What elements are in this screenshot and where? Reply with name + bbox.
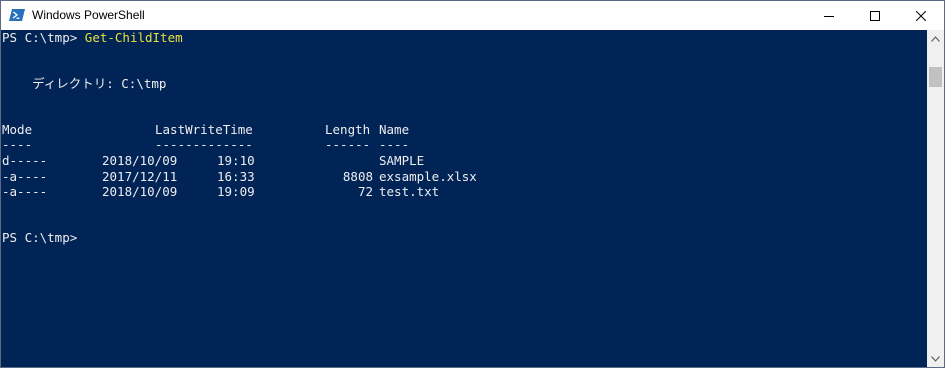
minimize-icon <box>824 15 834 17</box>
prompt-line-1: PS C:\tmp> Get-ChildItem <box>2 30 183 46</box>
vertical-scrollbar[interactable] <box>927 30 944 367</box>
powershell-window: Windows PowerShell PS C:\tmp> Get-ChildI… <box>0 0 945 368</box>
row-date: 2018/10/09 <box>102 153 178 168</box>
row-name: SAMPLE <box>379 153 425 168</box>
row-mode: -a---- <box>2 169 48 184</box>
prompt-text: PS C:\tmp> <box>2 30 85 45</box>
scroll-down-button[interactable] <box>927 350 944 367</box>
command-text: Get-ChildItem <box>84 30 183 45</box>
row-mode: -a---- <box>2 184 48 199</box>
header-mode: Mode <box>2 122 33 137</box>
separator-last-write-time: ------------- <box>155 137 253 152</box>
row-length <box>311 153 373 169</box>
maximize-icon <box>870 10 880 21</box>
row-name: test.txt <box>379 184 440 199</box>
separator-name: ---- <box>379 137 410 152</box>
header-name: Name <box>379 122 410 137</box>
row-time: 19:09 <box>217 184 255 199</box>
scrollbar-thumb[interactable] <box>929 67 942 87</box>
row-date: 2018/10/09 <box>102 184 178 199</box>
scroll-up-button[interactable] <box>927 30 944 47</box>
row-time: 16:33 <box>217 169 255 184</box>
header-last-write-time: LastWriteTime <box>155 122 253 137</box>
close-button[interactable] <box>898 1 944 30</box>
chevron-down-icon <box>931 355 940 362</box>
window-title: Windows PowerShell <box>32 8 145 22</box>
maximize-button[interactable] <box>852 1 898 30</box>
powershell-icon <box>9 9 25 21</box>
prompt-line-2: PS C:\tmp> <box>2 230 78 245</box>
row-length: 8808 <box>342 169 373 184</box>
separator-length: ------ <box>325 137 371 152</box>
row-name: exsample.xlsx <box>379 169 477 184</box>
row-length: 72 <box>357 184 373 199</box>
title-bar[interactable]: Windows PowerShell <box>1 1 944 30</box>
row-time: 19:10 <box>217 153 255 168</box>
minimize-button[interactable] <box>806 1 852 30</box>
close-icon <box>916 10 926 21</box>
header-length: Length <box>325 122 371 137</box>
directory-line: ディレクトリ: C:\tmp <box>2 76 167 91</box>
console-output[interactable]: PS C:\tmp> Get-ChildItem ディレクトリ: C:\tmp … <box>1 30 927 367</box>
row-mode: d----- <box>2 153 48 168</box>
chevron-up-icon <box>931 35 940 42</box>
separator-mode: ---- <box>2 137 33 152</box>
row-date: 2017/12/11 <box>102 169 178 184</box>
